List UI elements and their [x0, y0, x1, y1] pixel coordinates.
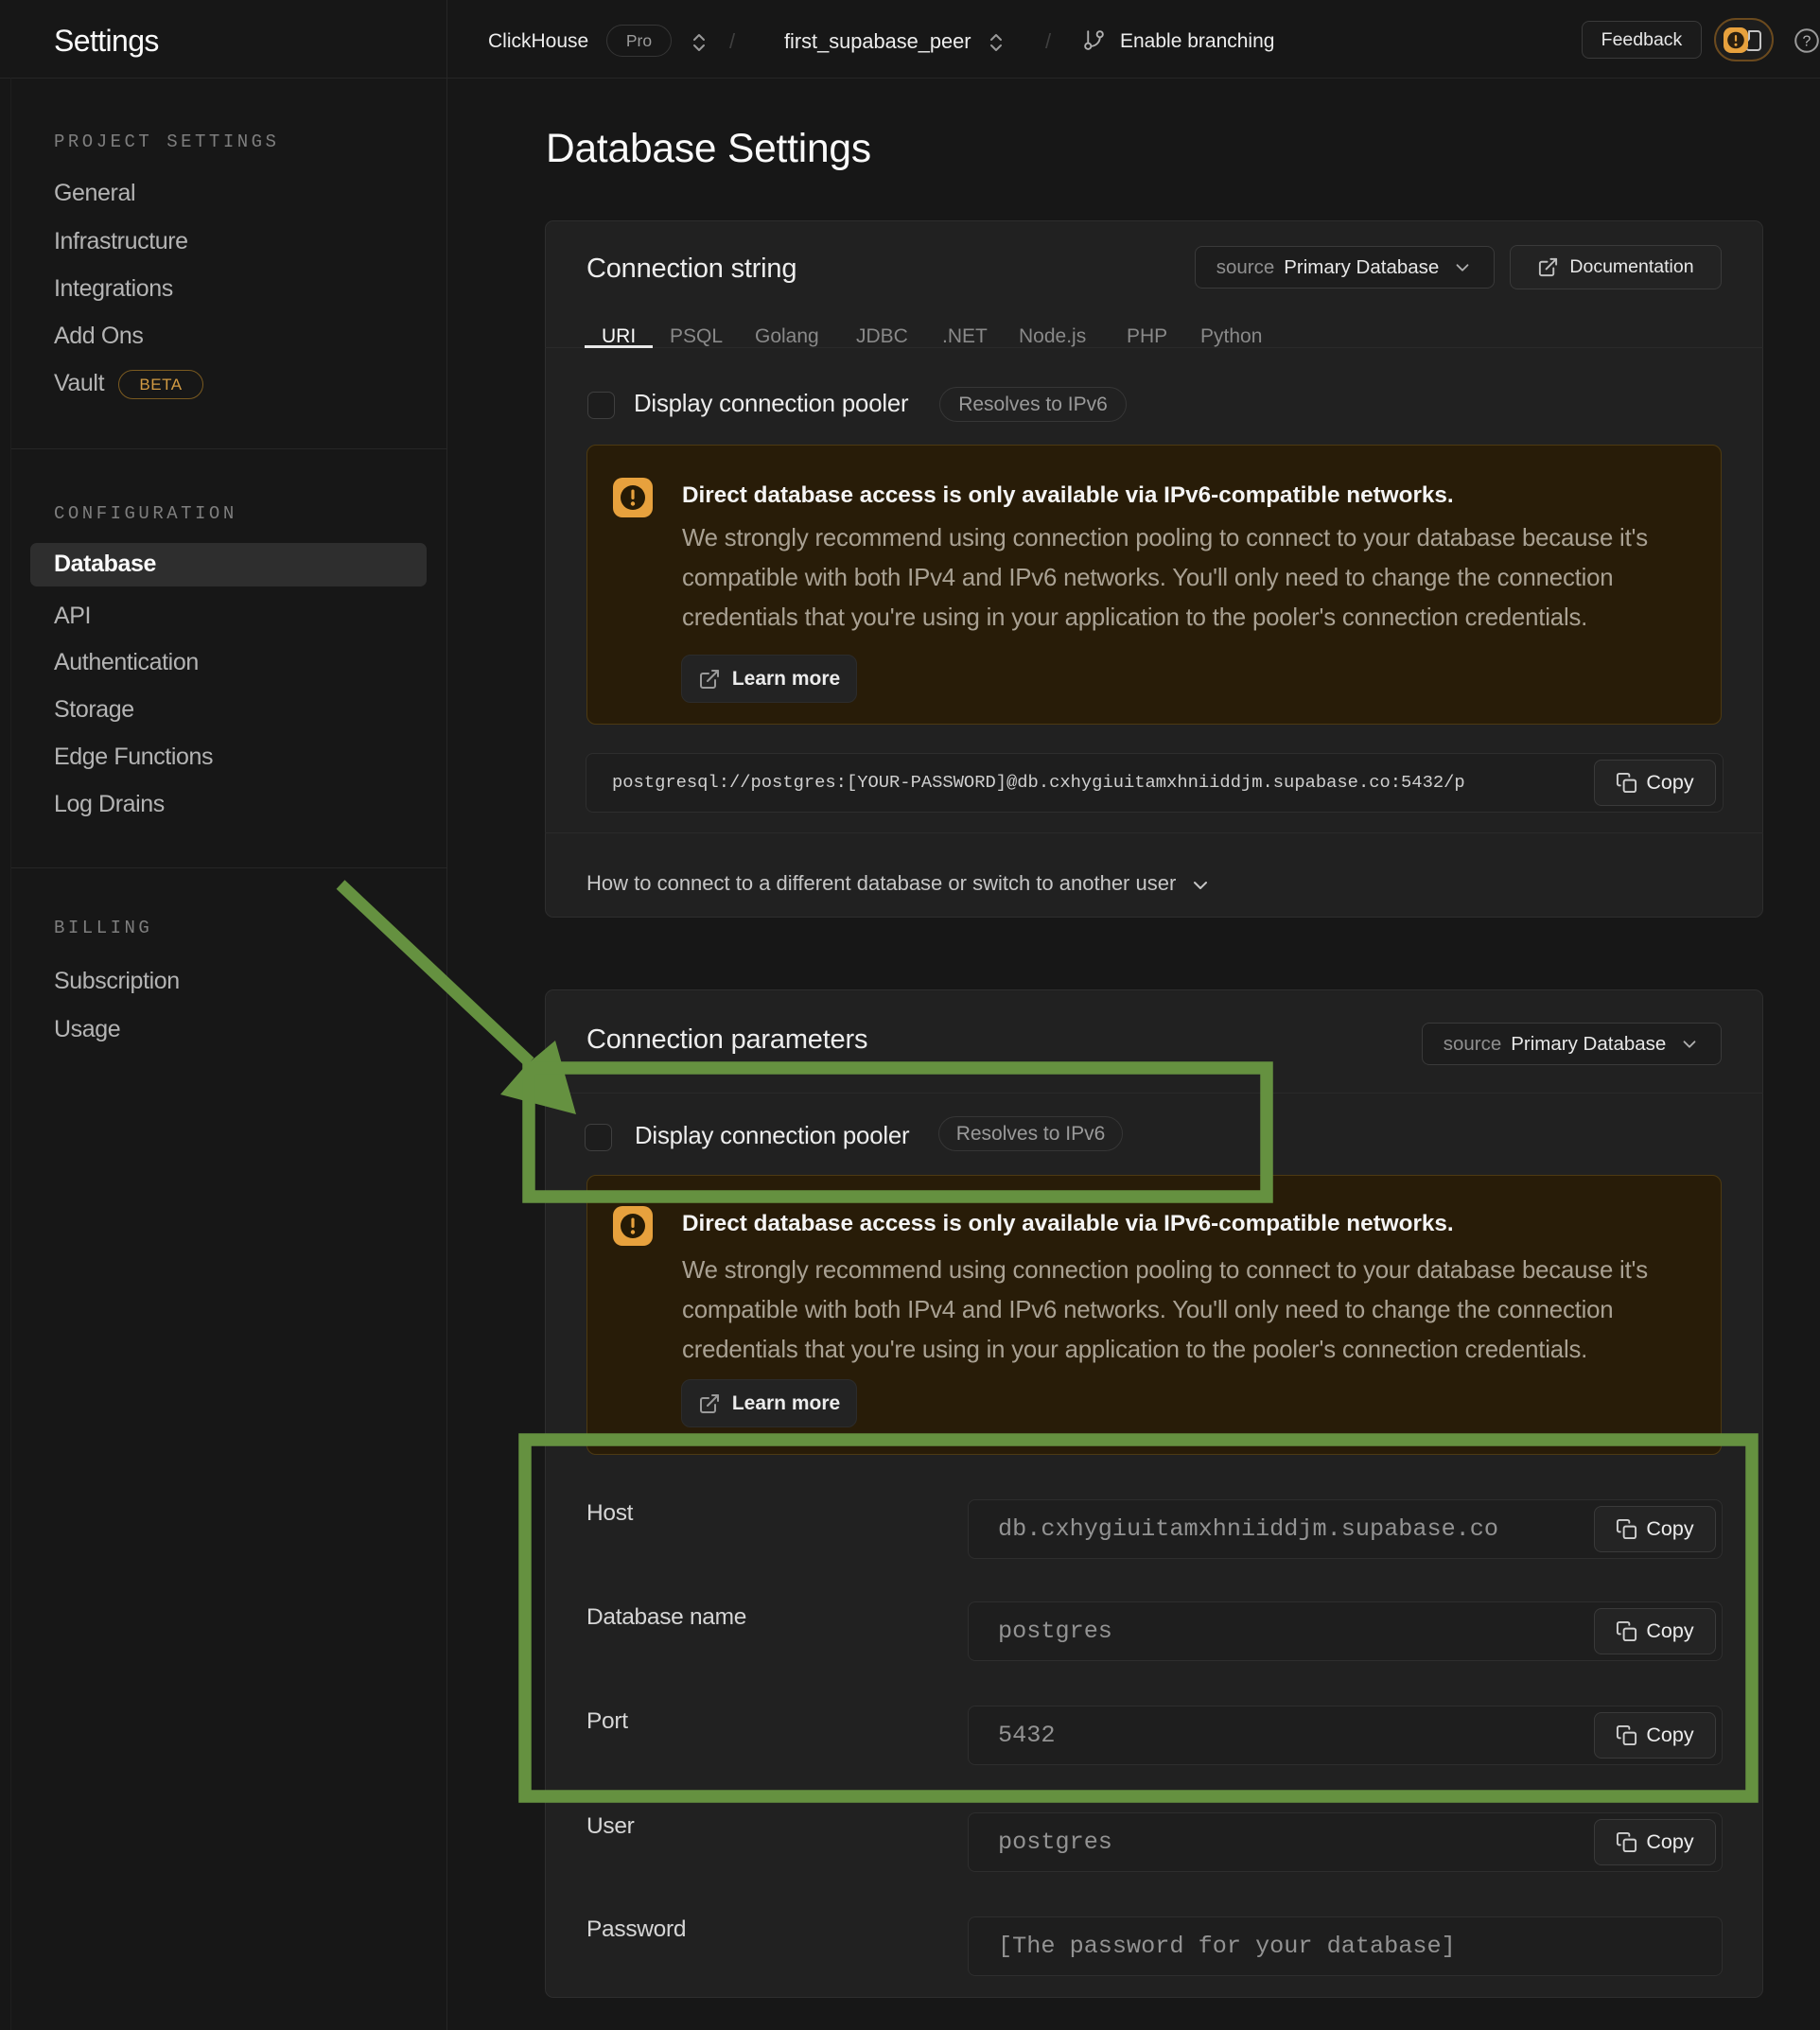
svg-text:?: ? — [1803, 34, 1811, 50]
